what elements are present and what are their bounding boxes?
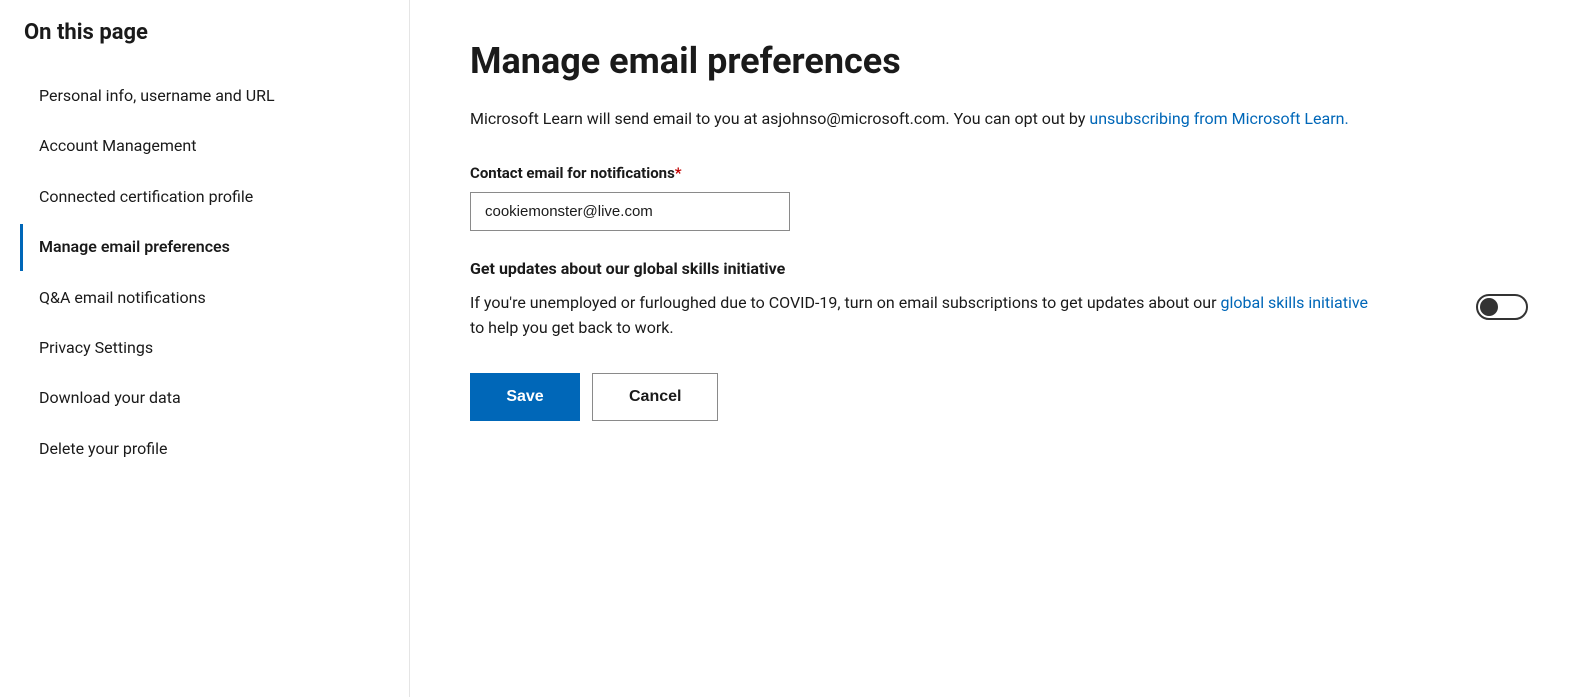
toggle-track	[1476, 294, 1528, 320]
sidebar-link-privacy-settings[interactable]: Privacy Settings	[20, 325, 409, 371]
page-title: Manage email preferences	[470, 40, 1528, 82]
initiative-desc-post: to help you get back to work.	[470, 318, 674, 337]
toggle-container[interactable]	[1476, 294, 1528, 320]
sidebar-title: On this page	[20, 20, 409, 45]
sidebar-link-download-data[interactable]: Download your data	[20, 375, 409, 421]
sidebar-item-qa-email: Q&A email notifications	[20, 275, 409, 321]
sidebar-link-account-management[interactable]: Account Management	[20, 123, 409, 169]
global-skills-toggle[interactable]	[1476, 294, 1528, 320]
sidebar-navigation: Personal info, username and URL Account …	[20, 73, 409, 472]
sidebar-item-account-management: Account Management	[20, 123, 409, 169]
unsubscribe-link[interactable]: unsubscribing from Microsoft Learn.	[1089, 109, 1348, 128]
button-row: Save Cancel	[470, 373, 1528, 421]
sidebar-item-privacy-settings: Privacy Settings	[20, 325, 409, 371]
initiative-title: Get updates about our global skills init…	[470, 259, 1528, 278]
sidebar-link-qa-email[interactable]: Q&A email notifications	[20, 275, 409, 321]
sidebar-item-connected-certification: Connected certification profile	[20, 174, 409, 220]
sidebar-link-manage-email[interactable]: Manage email preferences	[20, 224, 409, 270]
initiative-section: Get updates about our global skills init…	[470, 259, 1528, 341]
sidebar: On this page Personal info, username and…	[0, 0, 410, 697]
sidebar-item-download-data: Download your data	[20, 375, 409, 421]
description-pre: Microsoft Learn will send email to you a…	[470, 109, 1085, 128]
sidebar-link-connected-certification[interactable]: Connected certification profile	[20, 174, 409, 220]
global-skills-link[interactable]: global skills initiative	[1221, 293, 1369, 312]
sidebar-item-delete-profile: Delete your profile	[20, 426, 409, 472]
main-content: Manage email preferences Microsoft Learn…	[410, 0, 1588, 697]
contact-email-section: Contact email for notifications*	[470, 164, 1528, 231]
initiative-header: If you're unemployed or furloughed due t…	[470, 290, 1528, 341]
sidebar-link-delete-profile[interactable]: Delete your profile	[20, 426, 409, 472]
contact-email-label: Contact email for notifications*	[470, 164, 1528, 182]
initiative-description: If you're unemployed or furloughed due t…	[470, 290, 1370, 341]
save-button[interactable]: Save	[470, 373, 580, 421]
cancel-button[interactable]: Cancel	[592, 373, 718, 421]
sidebar-item-personal-info: Personal info, username and URL	[20, 73, 409, 119]
description-text: Microsoft Learn will send email to you a…	[470, 106, 1370, 132]
contact-email-input[interactable]	[470, 192, 790, 231]
sidebar-item-manage-email: Manage email preferences	[20, 224, 409, 270]
initiative-desc-pre: If you're unemployed or furloughed due t…	[470, 293, 1217, 312]
required-star: *	[675, 164, 682, 182]
sidebar-link-personal-info[interactable]: Personal info, username and URL	[20, 73, 409, 119]
toggle-thumb	[1480, 298, 1498, 316]
